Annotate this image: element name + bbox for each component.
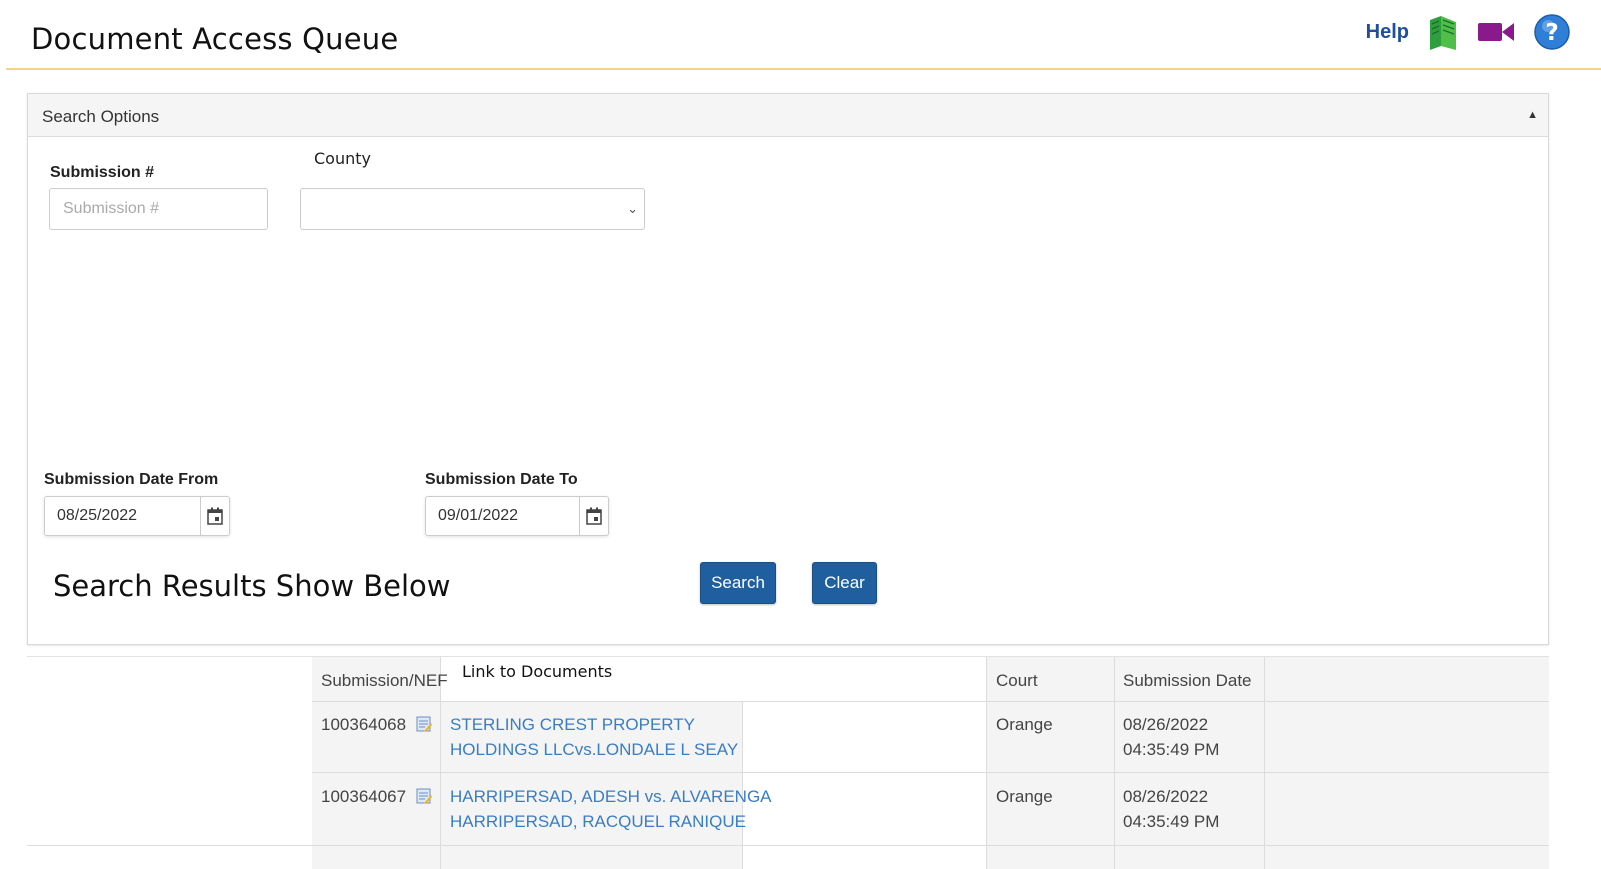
caret-up-icon[interactable]: ▲ <box>1527 109 1538 121</box>
help-book-icon[interactable] <box>1427 12 1459 52</box>
table-row: 100364067 <box>321 784 433 812</box>
document-link-line1[interactable]: STERLING CREST PROPERTY <box>450 712 738 737</box>
row-divider <box>312 772 1549 773</box>
document-link-line2[interactable]: HOLDINGS LLCvs.LONDALE L SEAY <box>450 737 738 762</box>
help-link[interactable]: Help <box>1366 21 1409 44</box>
date-from-input[interactable]: 08/25/2022 <box>45 497 200 535</box>
column-divider <box>1264 657 1265 869</box>
submission-label: Submission # <box>50 164 155 181</box>
question-icon[interactable]: ? <box>1533 13 1571 51</box>
search-button[interactable]: Search <box>700 562 776 604</box>
date-from-label: Submission Date From <box>44 471 219 488</box>
county-select[interactable]: ⌄ <box>300 188 645 230</box>
date-to-input[interactable]: 09/01/2022 <box>426 497 579 535</box>
search-options-panel: Search Options ▲ Submission # County ⌄ S… <box>27 93 1549 645</box>
county-label: County <box>314 149 371 168</box>
date-cell-date: 08/26/2022 <box>1123 787 1209 806</box>
column-divider <box>1114 657 1115 869</box>
row-divider <box>27 845 1549 846</box>
header-divider <box>312 701 1549 702</box>
calendar-icon[interactable] <box>200 497 229 535</box>
header-submission-date[interactable]: Submission Date <box>1123 671 1252 691</box>
header-tools: Help ? <box>1366 12 1571 52</box>
date-cell-time: 04:35:49 PM <box>1123 740 1220 759</box>
chevron-down-icon: ⌄ <box>627 201 638 216</box>
svg-text:?: ? <box>1545 20 1558 46</box>
court-date-column-bg <box>986 657 1549 869</box>
search-options-heading[interactable]: Search Options ▲ <box>28 94 1548 137</box>
court-cell: Orange <box>996 787 1053 806</box>
video-icon[interactable] <box>1477 20 1515 44</box>
header-submission[interactable]: Submission/NEF <box>321 671 448 691</box>
submission-number: 100364067 <box>321 787 407 806</box>
header-link: Link to Documents <box>462 662 613 681</box>
date-from-field[interactable]: 08/25/2022 <box>44 496 230 536</box>
calendar-icon[interactable] <box>579 497 608 535</box>
results-heading: Search Results Show Below <box>53 569 451 603</box>
document-link-line2[interactable]: HARRIPERSAD, RACQUEL RANIQUE <box>450 809 772 834</box>
submission-number: 100364068 <box>321 715 407 734</box>
document-icon[interactable] <box>415 787 433 812</box>
document-link[interactable]: STERLING CREST PROPERTY HOLDINGS LLCvs.L… <box>450 712 738 762</box>
date-to-field[interactable]: 09/01/2022 <box>425 496 609 536</box>
header-court[interactable]: Court <box>996 671 1038 691</box>
court-cell: Orange <box>996 715 1053 734</box>
search-options-title: Search Options <box>42 107 160 126</box>
submission-input[interactable] <box>49 188 268 230</box>
results-table: Submission/NEF Link to Documents Court S… <box>27 656 1549 869</box>
date-cell: 08/26/2022 04:35:49 PM <box>1123 784 1219 834</box>
page-header: Document Access Queue Help ? <box>6 0 1601 70</box>
date-cell-date: 08/26/2022 <box>1123 715 1209 734</box>
document-link-line1[interactable]: HARRIPERSAD, ADESH vs. ALVARENGA <box>450 784 772 809</box>
document-link[interactable]: HARRIPERSAD, ADESH vs. ALVARENGA HARRIPE… <box>450 784 772 834</box>
date-to-label: Submission Date To <box>425 471 578 488</box>
column-divider <box>986 657 987 869</box>
page-title: Document Access Queue <box>31 22 399 56</box>
table-row: 100364068 <box>321 712 433 740</box>
clear-button[interactable]: Clear <box>812 562 877 604</box>
date-cell-time: 04:35:49 PM <box>1123 812 1220 831</box>
document-icon[interactable] <box>415 715 433 740</box>
date-cell: 08/26/2022 04:35:49 PM <box>1123 712 1219 762</box>
